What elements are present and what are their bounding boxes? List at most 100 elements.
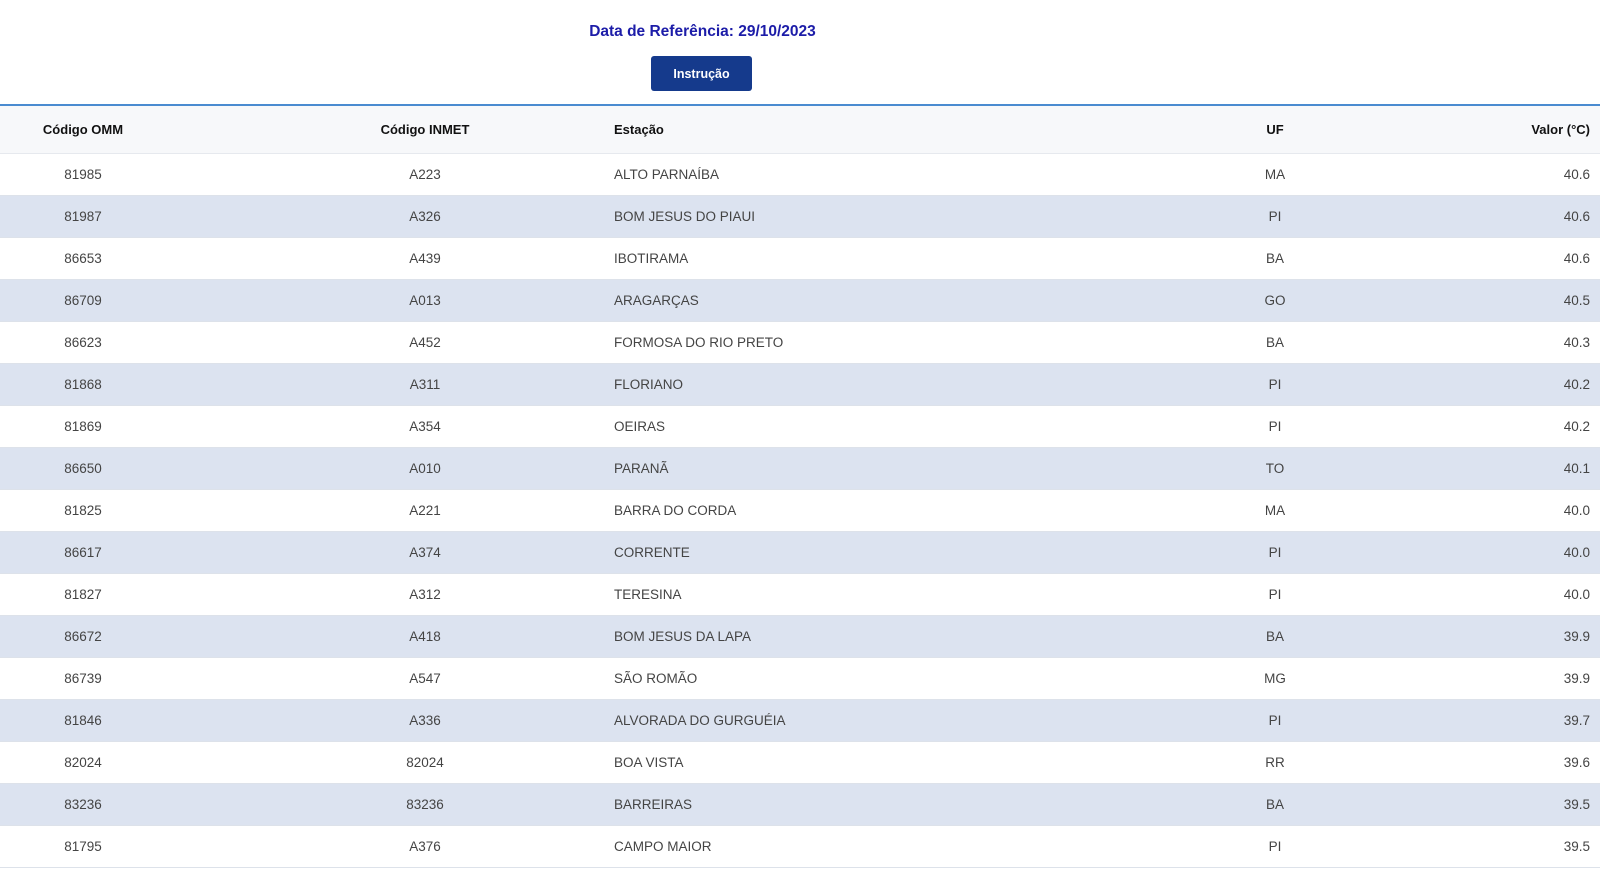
- cell-estacao: CAMPO MAIOR: [614, 839, 712, 854]
- cell-codigo-inmet: A354: [409, 419, 441, 434]
- table-row[interactable]: 86709 A013 ARAGARÇAS GO 40.5: [0, 280, 1600, 322]
- table-row[interactable]: 81987 A326 BOM JESUS DO PIAUI PI 40.6: [0, 196, 1600, 238]
- cell-uf: PI: [1268, 377, 1282, 392]
- table-row[interactable]: 86672 A418 BOM JESUS DA LAPA BA 39.9: [0, 616, 1600, 658]
- cell-codigo-inmet: A312: [409, 587, 441, 602]
- cell-uf: MA: [1264, 503, 1286, 518]
- cell-codigo-inmet: A547: [409, 671, 441, 686]
- table-row[interactable]: 86617 A374 CORRENTE PI 40.0: [0, 532, 1600, 574]
- cell-valor: 39.7: [1563, 713, 1590, 728]
- table-row[interactable]: 81869 A354 OEIRAS PI 40.2: [0, 406, 1600, 448]
- cell-codigo-inmet: A418: [409, 629, 441, 644]
- cell-codigo-omm: 81985: [64, 167, 102, 182]
- column-header-omm[interactable]: Código OMM: [0, 106, 166, 153]
- cell-estacao: BOM JESUS DA LAPA: [614, 629, 752, 644]
- column-header-value[interactable]: Valor (°C): [1400, 106, 1590, 153]
- cell-valor: 40.0: [1563, 587, 1590, 602]
- cell-estacao: IBOTIRAMA: [614, 251, 689, 266]
- instruction-button[interactable]: Instrução: [651, 56, 752, 91]
- cell-valor: 40.2: [1563, 377, 1590, 392]
- cell-uf: RR: [1265, 755, 1285, 770]
- cell-estacao: FORMOSA DO RIO PRETO: [614, 335, 784, 350]
- cell-estacao: BOM JESUS DO PIAUI: [614, 209, 756, 224]
- cell-estacao: ALVORADA DO GURGUÉIA: [614, 713, 786, 728]
- cell-estacao: FLORIANO: [614, 377, 684, 392]
- column-header-inmet[interactable]: Código INMET: [325, 106, 525, 153]
- cell-estacao: CORRENTE: [614, 545, 690, 560]
- cell-estacao: ARAGARÇAS: [614, 293, 699, 308]
- cell-uf: TO: [1265, 461, 1285, 476]
- cell-estacao: ALTO PARNAÍBA: [614, 167, 720, 182]
- table-row[interactable]: 86739 A547 SÃO ROMÃO MG 39.9: [0, 658, 1600, 700]
- cell-codigo-inmet: A010: [409, 461, 441, 476]
- cell-codigo-inmet: A336: [409, 713, 441, 728]
- column-header-station[interactable]: Estação: [614, 106, 1174, 153]
- cell-uf: PI: [1268, 209, 1282, 224]
- cell-valor: 39.6: [1563, 755, 1590, 770]
- cell-uf: PI: [1268, 587, 1282, 602]
- cell-valor: 40.6: [1563, 209, 1590, 224]
- table-row[interactable]: 83236 83236 BARREIRAS BA 39.5: [0, 784, 1600, 826]
- cell-uf: PI: [1268, 839, 1282, 854]
- cell-valor: 40.2: [1563, 419, 1590, 434]
- cell-codigo-omm: 86623: [64, 335, 102, 350]
- cell-codigo-omm: 81846: [64, 713, 102, 728]
- cell-codigo-omm: 86672: [64, 629, 102, 644]
- cell-estacao: BARRA DO CORDA: [614, 503, 737, 518]
- cell-estacao: PARANÃ: [614, 461, 669, 476]
- cell-codigo-omm: 86739: [64, 671, 102, 686]
- table-row[interactable]: 81827 A312 TERESINA PI 40.0: [0, 574, 1600, 616]
- stations-table: Código OMM Código INMET Estação UF Valor…: [0, 104, 1600, 868]
- table-row[interactable]: 86650 A010 PARANÃ TO 40.1: [0, 448, 1600, 490]
- cell-codigo-omm: 86709: [64, 293, 102, 308]
- cell-valor: 40.0: [1563, 503, 1590, 518]
- table-row[interactable]: 81985 A223 ALTO PARNAÍBA MA 40.6: [0, 154, 1600, 196]
- cell-valor: 40.1: [1563, 461, 1590, 476]
- table-body: 81985 A223 ALTO PARNAÍBA MA 40.6 81987 A326 BOM…: [0, 154, 1600, 868]
- cell-uf: BA: [1265, 251, 1284, 266]
- cell-codigo-omm: 86650: [64, 461, 102, 476]
- reference-date: Data de Referência: 29/10/2023: [589, 23, 816, 40]
- cell-codigo-omm: 81987: [64, 209, 102, 224]
- cell-codigo-omm: 81869: [64, 419, 102, 434]
- table-row[interactable]: 86623 A452 FORMOSA DO RIO PRETO BA 40.3: [0, 322, 1600, 364]
- cell-valor: 39.9: [1563, 671, 1590, 686]
- cell-valor: 40.3: [1563, 335, 1590, 350]
- column-header-uf[interactable]: UF: [1225, 106, 1325, 153]
- cell-uf: BA: [1265, 335, 1284, 350]
- table-row[interactable]: 86653 A439 IBOTIRAMA BA 40.6: [0, 238, 1600, 280]
- cell-codigo-inmet: A374: [409, 545, 441, 560]
- cell-uf: BA: [1265, 629, 1284, 644]
- table-row[interactable]: 81868 A311 FLORIANO PI 40.2: [0, 364, 1600, 406]
- cell-codigo-inmet: A439: [409, 251, 441, 266]
- cell-estacao: OEIRAS: [614, 419, 666, 434]
- table-row[interactable]: 81846 A336 ALVORADA DO GURGUÉIA PI 39.7: [0, 700, 1600, 742]
- cell-codigo-omm: 81795: [64, 839, 102, 854]
- cell-valor: 39.5: [1563, 839, 1590, 854]
- cell-codigo-inmet: 82024: [406, 755, 444, 770]
- cell-codigo-inmet: A311: [409, 377, 441, 392]
- table-row[interactable]: 82024 82024 BOA VISTA RR 39.6: [0, 742, 1600, 784]
- cell-codigo-inmet: A452: [409, 335, 441, 350]
- cell-codigo-inmet: A223: [409, 167, 441, 182]
- cell-valor: 40.6: [1563, 251, 1590, 266]
- table-row[interactable]: 81825 A221 BARRA DO CORDA MA 40.0: [0, 490, 1600, 532]
- cell-uf: MG: [1264, 671, 1286, 686]
- cell-codigo-inmet: A013: [409, 293, 441, 308]
- cell-uf: PI: [1268, 419, 1282, 434]
- cell-codigo-omm: 81825: [64, 503, 102, 518]
- cell-valor: 40.6: [1563, 167, 1590, 182]
- cell-codigo-inmet: 83236: [406, 797, 444, 812]
- table-row[interactable]: 81795 A376 CAMPO MAIOR PI 39.5: [0, 826, 1600, 868]
- cell-uf: PI: [1268, 713, 1282, 728]
- cell-estacao: BOA VISTA: [614, 755, 684, 770]
- cell-uf: BA: [1265, 797, 1284, 812]
- cell-codigo-inmet: A376: [409, 839, 441, 854]
- cell-codigo-omm: 81827: [64, 587, 102, 602]
- cell-uf: MA: [1264, 167, 1286, 182]
- cell-uf: PI: [1268, 545, 1282, 560]
- cell-codigo-inmet: A221: [409, 503, 441, 518]
- cell-valor: 39.9: [1563, 629, 1590, 644]
- cell-codigo-omm: 83236: [64, 797, 102, 812]
- page-header: Data de Referência: 29/10/2023 Instrução: [0, 0, 1600, 104]
